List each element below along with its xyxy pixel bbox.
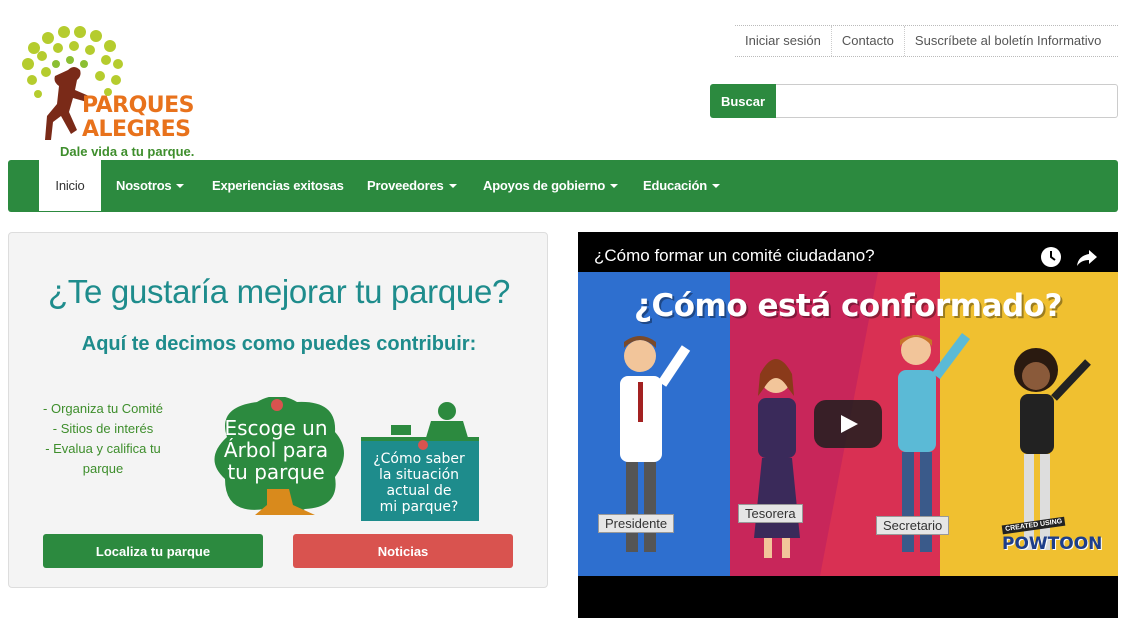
nav-item-experiencias[interactable]: Experiencias exitosas bbox=[212, 160, 344, 211]
hero-panel: ¿Te gustaría mejorar tu parque? Aquí te … bbox=[8, 232, 548, 588]
panel-subtitle: Aquí te decimos como puedes contribuir: bbox=[81, 333, 477, 355]
panel-title: ¿Te gustaría mejorar tu parque? bbox=[47, 273, 511, 310]
newsletter-link[interactable]: Suscríbete al boletín Informativo bbox=[905, 26, 1111, 56]
role-label-presidente: Presidente bbox=[598, 514, 675, 533]
list-item[interactable]: parque bbox=[33, 459, 173, 479]
nav-item-nosotros[interactable]: Nosotros bbox=[116, 160, 185, 211]
nav-item-educacion[interactable]: Educación bbox=[643, 160, 720, 211]
role-label-secretario: Secretario bbox=[876, 516, 950, 535]
search-input[interactable] bbox=[776, 84, 1118, 118]
pin-icon bbox=[271, 399, 283, 411]
contact-link[interactable]: Contacto bbox=[832, 26, 905, 56]
search-bar: Buscar bbox=[710, 84, 1118, 118]
nav-label: Inicio bbox=[55, 178, 85, 193]
video-player[interactable]: ¿Cómo formar un comité ciudadano? ¿Cómo … bbox=[578, 232, 1118, 618]
search-button[interactable]: Buscar bbox=[710, 84, 776, 118]
caret-down-icon bbox=[176, 183, 185, 188]
nav-label: Nosotros bbox=[116, 178, 172, 193]
news-button[interactable]: Noticias bbox=[293, 534, 513, 568]
nav-item-proveedores[interactable]: Proveedores bbox=[367, 160, 457, 211]
book-card-line: la situación bbox=[379, 467, 459, 483]
share-icon[interactable] bbox=[1076, 246, 1098, 268]
powtoon-brand: POWTOON bbox=[1002, 534, 1103, 554]
book-card-line: ¿Cómo saber bbox=[373, 451, 465, 467]
list-item[interactable]: - Evalua y califica tu bbox=[33, 439, 173, 459]
logo-tagline: Dale vida a tu parque. bbox=[60, 144, 195, 159]
powtoon-caption: CREATED USING bbox=[1001, 516, 1066, 535]
nav-label: Experiencias exitosas bbox=[212, 178, 344, 193]
caret-down-icon bbox=[610, 183, 619, 188]
park-status-card[interactable]: ¿Cómo saber la situación actual de mi pa… bbox=[361, 395, 485, 525]
tree-card-line: Árbol para bbox=[224, 438, 328, 462]
watch-later-icon[interactable] bbox=[1040, 246, 1062, 268]
pin-icon bbox=[418, 440, 428, 450]
list-item[interactable]: - Sitios de interés bbox=[33, 419, 173, 439]
tree-card-line: tu parque bbox=[227, 460, 324, 484]
caret-down-icon bbox=[448, 183, 457, 188]
site-logo[interactable]: PARQUES ALEGRES Dale vida a tu parque. bbox=[20, 22, 220, 162]
nav-label: Educación bbox=[643, 178, 707, 193]
nav-item-inicio[interactable]: Inicio bbox=[39, 160, 101, 211]
top-links: Iniciar sesión Contacto Suscríbete al bo… bbox=[735, 25, 1118, 57]
login-link[interactable]: Iniciar sesión bbox=[735, 26, 832, 56]
list-item[interactable]: - Organiza tu Comité bbox=[33, 399, 173, 419]
video-headline: ¿Cómo está conformado? bbox=[634, 288, 1062, 324]
contribute-list: - Organiza tu Comité - Sitios de interés… bbox=[33, 399, 173, 479]
logo-title-line2: ALEGRES bbox=[82, 117, 191, 142]
locate-park-button[interactable]: Localiza tu parque bbox=[43, 534, 263, 568]
logo-title: PARQUES ALEGRES bbox=[82, 93, 195, 142]
book-card-line: mi parque? bbox=[380, 499, 459, 515]
nav-item-apoyos[interactable]: Apoyos de gobierno bbox=[483, 160, 619, 211]
logo-title-line1: PARQUES bbox=[82, 93, 195, 118]
book-card-line: actual de bbox=[386, 483, 451, 499]
role-label-tesorera: Tesorera bbox=[738, 504, 803, 523]
powtoon-badge: CREATED USING POWTOON bbox=[1001, 514, 1103, 554]
play-button[interactable] bbox=[814, 400, 882, 448]
nav-label: Apoyos de gobierno bbox=[483, 178, 606, 193]
main-navbar: Inicio Nosotros Experiencias exitosas Pr… bbox=[8, 160, 1118, 212]
video-title[interactable]: ¿Cómo formar un comité ciudadano? bbox=[594, 246, 875, 266]
tree-card[interactable]: Escoge un Árbol para tu parque bbox=[207, 397, 345, 527]
tree-card-line: Escoge un bbox=[225, 416, 328, 440]
nav-label: Proveedores bbox=[367, 178, 444, 193]
caret-down-icon bbox=[711, 183, 720, 188]
